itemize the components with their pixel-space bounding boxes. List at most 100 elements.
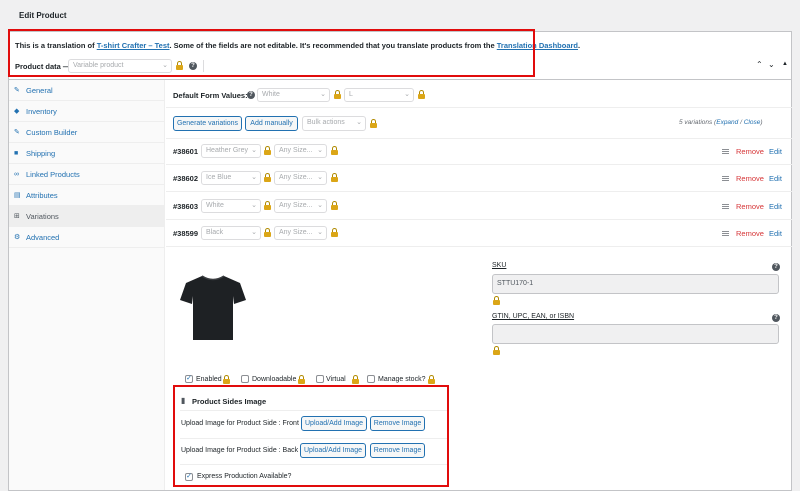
- variation-color-value: Heather Grey: [206, 147, 249, 154]
- tab-variations[interactable]: ⊞ Variations: [9, 206, 165, 227]
- variation-size-select[interactable]: Any Size... ⌄: [274, 226, 327, 240]
- virtual-checkbox[interactable]: [316, 375, 324, 383]
- remove-variation-link[interactable]: Remove: [736, 202, 764, 211]
- drag-handle-icon[interactable]: [722, 176, 729, 181]
- generate-variations-button[interactable]: Generate variations: [173, 116, 242, 131]
- tab-attributes[interactable]: ▤ Attributes: [9, 185, 165, 206]
- gtin-label: GTIN, UPC, EAN, or ISBN: [492, 313, 575, 320]
- remove-variation-link[interactable]: Remove: [736, 174, 764, 183]
- tab-label: General: [26, 86, 53, 95]
- enabled-checkbox[interactable]: ✓: [185, 375, 193, 383]
- tab-custom-builder[interactable]: ✎ Custom Builder: [9, 122, 165, 143]
- remove-variation-link[interactable]: Remove: [736, 229, 764, 238]
- variations-count: 5 variations (Expand / Close): [679, 119, 763, 126]
- lock-icon: [264, 173, 271, 182]
- expand-link[interactable]: Expand: [716, 119, 738, 126]
- tab-inventory[interactable]: ◆ Inventory: [9, 101, 165, 122]
- chevron-down-icon: ⌄: [251, 229, 257, 236]
- variation-size-select[interactable]: Any Size... ⌄: [274, 144, 327, 158]
- variation-image[interactable]: [178, 272, 248, 344]
- lock-icon: [331, 201, 338, 210]
- tab-label: Custom Builder: [26, 128, 78, 137]
- truck-icon: ■: [14, 150, 19, 157]
- sku-input[interactable]: STTU170-1: [492, 274, 779, 294]
- downloadable-label: Downloadable: [252, 376, 297, 383]
- chevron-down-icon: ⌄: [320, 91, 326, 98]
- add-manually-button[interactable]: Add manually: [245, 116, 298, 131]
- variation-id: #38603: [173, 202, 199, 211]
- divider: [166, 107, 792, 108]
- default-form-label: Default Form Values:: [173, 91, 248, 100]
- grid-icon: ⊞: [14, 213, 20, 220]
- chevron-down-icon[interactable]: ⌄: [768, 60, 775, 69]
- variation-size-value: Any Size...: [279, 229, 313, 236]
- lock-icon: [264, 201, 271, 210]
- default-size-select[interactable]: L ⌄: [344, 88, 414, 102]
- bulk-actions-select[interactable]: Bulk actions ⌄: [302, 116, 366, 131]
- drag-handle-icon[interactable]: [722, 231, 729, 236]
- lock-icon: [331, 228, 338, 237]
- enabled-label: Enabled: [196, 376, 222, 383]
- chevron-down-icon: ⌄: [251, 202, 257, 209]
- tab-label: Inventory: [26, 107, 57, 116]
- wrench-icon: ✎: [14, 87, 20, 94]
- help-icon[interactable]: ?: [772, 263, 780, 271]
- gtin-input[interactable]: [492, 324, 779, 344]
- variation-color-select[interactable]: Heather Grey ⌄: [201, 144, 261, 158]
- page-title: Edit Product: [19, 11, 67, 20]
- lock-icon: [418, 90, 425, 99]
- sku-label: SKU: [492, 262, 507, 269]
- variation-size-select[interactable]: Any Size... ⌄: [274, 199, 327, 213]
- list-icon: ▤: [14, 192, 21, 199]
- notice-highlight-box: [8, 29, 535, 77]
- drag-handle-icon[interactable]: [722, 149, 729, 154]
- variation-size-select[interactable]: Any Size... ⌄: [274, 171, 327, 185]
- divider: [166, 191, 792, 192]
- default-color-select[interactable]: White ⌄: [257, 88, 330, 102]
- edit-variation-link[interactable]: Edit: [769, 147, 782, 156]
- count-text: 5 variations: [679, 119, 713, 126]
- variation-color-select[interactable]: Ice Blue ⌄: [201, 171, 261, 185]
- tab-general[interactable]: ✎ General: [9, 80, 165, 101]
- remove-variation-link[interactable]: Remove: [736, 147, 764, 156]
- lock-icon: [493, 346, 500, 355]
- lock-icon: [264, 228, 271, 237]
- downloadable-checkbox[interactable]: [241, 375, 249, 383]
- product-sides-highlight-box: [173, 385, 449, 487]
- tab-advanced[interactable]: ⚙ Advanced: [9, 227, 165, 248]
- lock-icon: [298, 375, 305, 384]
- edit-variation-link[interactable]: Edit: [769, 174, 782, 183]
- default-size-value: L: [349, 91, 353, 98]
- variation-size-value: Any Size...: [279, 147, 313, 154]
- help-icon[interactable]: ?: [772, 314, 780, 322]
- lock-icon: [331, 146, 338, 155]
- link-icon: ∞: [14, 171, 19, 178]
- manage-stock-checkbox[interactable]: [367, 375, 375, 383]
- manage-stock-label: Manage stock?: [378, 376, 426, 383]
- variation-color-value: Black: [206, 229, 224, 236]
- chevron-down-icon: ⌄: [317, 202, 323, 209]
- virtual-label: Virtual: [326, 376, 346, 383]
- help-icon[interactable]: ?: [247, 91, 255, 99]
- notice-suffix: .: [578, 41, 581, 50]
- wrench-icon: ✎: [14, 129, 20, 136]
- variation-color-select[interactable]: White ⌄: [201, 199, 261, 213]
- divider: [166, 164, 792, 165]
- chevron-up-icon[interactable]: ⌃: [756, 60, 763, 69]
- chevron-down-icon: ⌄: [251, 174, 257, 181]
- divider: [166, 138, 792, 139]
- caret-up-icon[interactable]: ▲: [782, 61, 788, 67]
- chevron-down-icon: ⌄: [317, 174, 323, 181]
- variation-color-select[interactable]: Black ⌄: [201, 226, 261, 240]
- tab-linked-products[interactable]: ∞ Linked Products: [9, 164, 165, 185]
- close-link[interactable]: Close: [744, 119, 761, 126]
- variation-color-value: Ice Blue: [206, 174, 232, 181]
- drag-handle-icon[interactable]: [722, 204, 729, 209]
- edit-variation-link[interactable]: Edit: [769, 202, 782, 211]
- edit-variation-link[interactable]: Edit: [769, 229, 782, 238]
- tab-label: Shipping: [26, 149, 56, 158]
- lock-icon: [370, 119, 377, 128]
- lock-icon: [264, 146, 271, 155]
- variation-id: #38602: [173, 174, 199, 183]
- tab-shipping[interactable]: ■ Shipping: [9, 143, 165, 164]
